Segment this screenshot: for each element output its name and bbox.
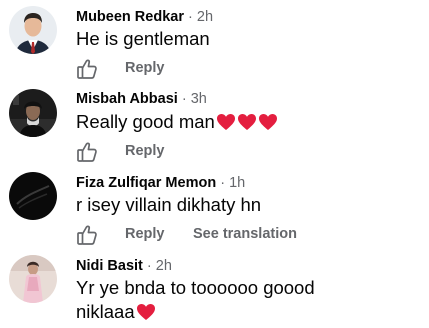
reply-button[interactable]: Reply [125,60,165,76]
reply-button[interactable]: Reply [125,226,165,242]
like-icon[interactable] [76,141,98,163]
separator: · [146,258,152,274]
comment-time[interactable]: 2h [156,258,172,274]
separator: · [220,175,226,191]
separator: · [181,91,187,107]
separator: · [188,9,193,25]
heart-emoji-icon [258,112,278,138]
reply-button[interactable]: Reply [125,143,165,159]
commenter-name[interactable]: Fiza Zulfiqar Memon [76,175,216,191]
comment-text: He is gentleman [76,28,210,49]
comment-time[interactable]: 3h [191,91,207,107]
comment-text-line-2: niklaaa [76,301,135,322]
avatar[interactable] [9,255,57,303]
avatar[interactable] [9,6,57,54]
like-icon[interactable] [76,224,98,246]
heart-emoji-icon [136,302,156,328]
heart-emoji-icon [216,112,236,138]
avatar[interactable] [9,172,57,220]
see-translation-link[interactable]: See translation [193,226,297,242]
heart-emoji-icon [237,112,257,138]
commenter-name[interactable]: Misbah Abbasi [76,91,178,107]
comment-text: Really good man [76,111,215,132]
like-icon[interactable] [76,58,98,80]
comment-text-line-1: Yr ye bnda to toooooo goood [76,277,315,298]
commenter-name[interactable]: Mubeen Redkar [76,9,184,25]
avatar[interactable] [9,89,57,137]
comment-time[interactable]: 2h [197,9,213,25]
commenter-name[interactable]: Nidi Basit [76,258,143,274]
comment-time[interactable]: 1h [229,175,245,191]
comment-text: r isey villain dikhaty hn [76,194,262,215]
